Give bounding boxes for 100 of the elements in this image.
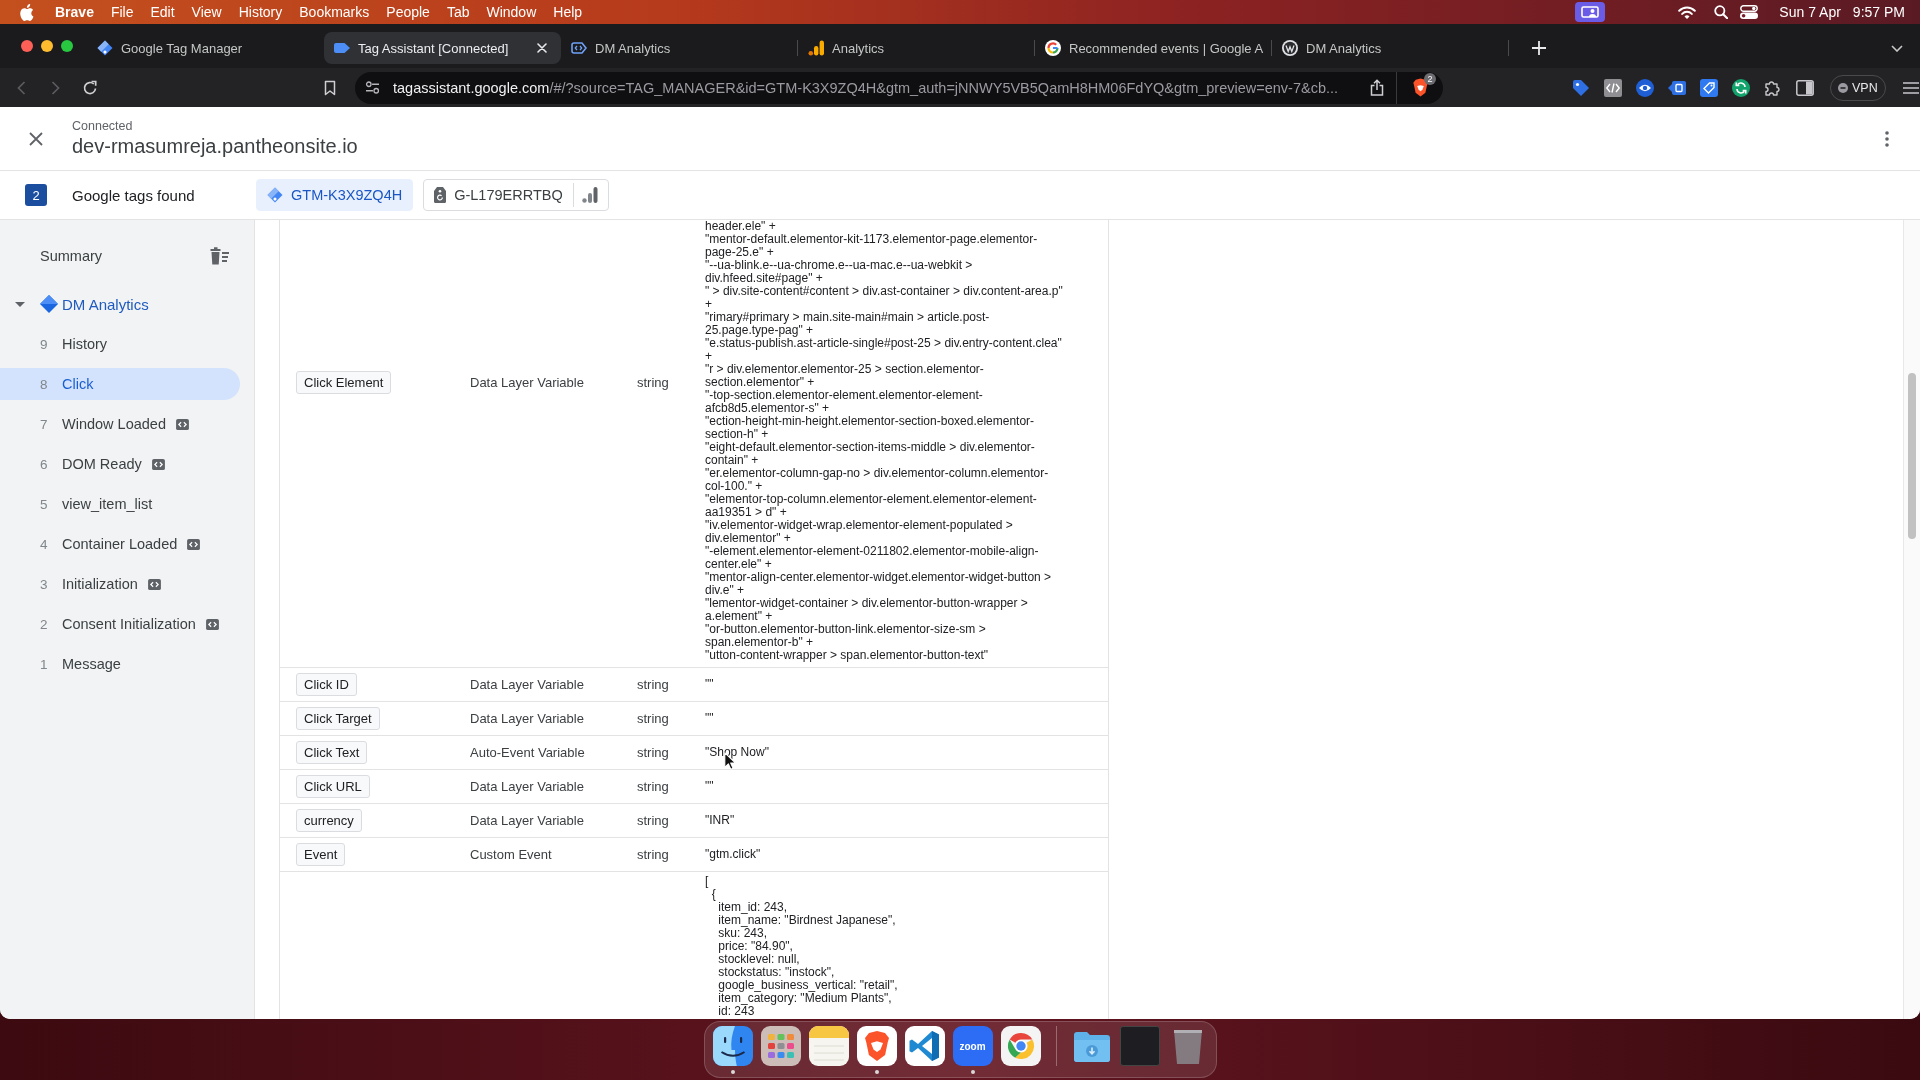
puzzle-icon[interactable] xyxy=(1764,78,1782,97)
count-badge: 2 xyxy=(1424,72,1436,85)
event-item[interactable]: 9 History xyxy=(0,328,240,360)
menu-item[interactable]: View xyxy=(191,3,222,21)
data-type: string xyxy=(637,779,669,794)
share-icon[interactable] xyxy=(1370,79,1384,96)
ring-icon xyxy=(1045,40,1061,56)
menu-item[interactable]: Edit xyxy=(150,3,175,21)
bar-chart-icon[interactable] xyxy=(581,187,598,203)
menu-icon[interactable] xyxy=(1902,81,1919,94)
event-number: 9 xyxy=(40,336,49,352)
reload-icon[interactable] xyxy=(82,79,98,96)
close-icon[interactable] xyxy=(29,131,43,146)
menu-item[interactable]: Help xyxy=(553,3,583,21)
tag-icon[interactable] xyxy=(1572,78,1590,97)
variable-value: "" xyxy=(705,712,714,725)
event-number: 1 xyxy=(40,656,49,672)
menu-item[interactable]: Window xyxy=(486,3,537,21)
scrollbar[interactable] xyxy=(1903,220,1920,1019)
summary-link[interactable]: Summary xyxy=(40,248,103,264)
variable-value: "" xyxy=(705,780,714,793)
event-item[interactable]: 8 Click xyxy=(0,368,240,400)
menu-item[interactable]: File xyxy=(110,3,134,21)
close-window-icon[interactable] xyxy=(21,40,33,52)
browser-tab[interactable]: Google Tag Manager xyxy=(87,32,324,64)
clear-list-icon[interactable] xyxy=(209,247,229,265)
menu-bar-time[interactable]: 9:57 PM xyxy=(1852,3,1905,21)
shields-button[interactable]: 2 xyxy=(1396,71,1443,104)
bookmark-icon[interactable] xyxy=(322,79,338,96)
tag-square-icon[interactable] xyxy=(1700,78,1718,97)
circle-logo-icon xyxy=(1282,40,1298,56)
event-number: 5 xyxy=(40,496,49,512)
more-icon[interactable] xyxy=(1885,130,1889,147)
data-type: string xyxy=(637,375,669,390)
app-menu[interactable]: Brave xyxy=(55,3,94,21)
code-icon[interactable] xyxy=(1604,78,1622,97)
data-type: string xyxy=(637,711,669,726)
site-settings-icon[interactable] xyxy=(365,81,380,94)
app-grid-icon[interactable] xyxy=(760,1026,801,1066)
apple-logo-icon[interactable] xyxy=(20,3,34,21)
menu-item[interactable]: People xyxy=(386,3,430,21)
container-name[interactable]: DM Analytics xyxy=(62,295,149,313)
menu-item[interactable]: Bookmarks xyxy=(299,3,370,21)
eye-icon[interactable] xyxy=(1636,78,1654,97)
event-item[interactable]: 7 Window Loaded xyxy=(0,408,240,440)
event-item[interactable]: 1 Message xyxy=(0,648,240,680)
tag-chip[interactable]: G-L179ERRTBQ xyxy=(423,179,609,211)
event-item[interactable]: 2 Consent Initialization xyxy=(0,608,240,640)
dock-app[interactable]: zoom xyxy=(952,1026,993,1066)
event-item[interactable]: 5 view_item_list xyxy=(0,488,240,520)
data-type: string xyxy=(637,847,669,862)
smiling-face-icon[interactable] xyxy=(712,1026,753,1066)
menu-item[interactable]: History xyxy=(238,3,283,21)
notepad-icon[interactable] xyxy=(808,1026,849,1066)
event-item[interactable]: 3 Initialization xyxy=(0,568,240,600)
search-icon[interactable] xyxy=(1714,5,1729,19)
variable-value: [ { item_id: 243, item_name: "Birdnest Japanese", sku: 243, price: "84.90", stocklevel: null, stockstatus: "instock", google_business_vertical: "retail", item_category: "Medium Plants", id: 243 xyxy=(705,873,898,1018)
browser-tab[interactable]: Analytics xyxy=(798,32,1035,64)
diamond-icon xyxy=(97,40,113,56)
status-dot-icon xyxy=(1838,82,1848,93)
browser-tab[interactable]: DM Analytics xyxy=(1272,32,1509,64)
browser-tab[interactable]: DM Analytics xyxy=(561,32,798,64)
variable-name: Click Element xyxy=(296,371,392,394)
wifi-icon[interactable] xyxy=(1678,5,1697,19)
browser-tab[interactable]: Tag Assistant [Connected] xyxy=(324,32,561,64)
lion-shield-icon[interactable] xyxy=(856,1026,897,1066)
variable-name: Event xyxy=(296,843,346,866)
event-number: 8 xyxy=(40,376,49,392)
event-number: 6 xyxy=(40,456,49,472)
minimize-window-icon[interactable] xyxy=(41,40,53,52)
data-type: string xyxy=(637,813,669,828)
box-arrow-icon[interactable] xyxy=(1668,78,1686,97)
screen-share-icon[interactable] xyxy=(1575,2,1606,22)
variable-value: "gtm.click" xyxy=(705,848,761,861)
ribbon-icon[interactable] xyxy=(904,1026,945,1066)
browser-tab[interactable]: Recommended events | Google A xyxy=(1035,32,1272,64)
new-tab-icon[interactable] xyxy=(1532,41,1546,55)
menu-bar-date[interactable]: Sun 7 Apr xyxy=(1779,3,1841,21)
tag-outline-icon xyxy=(571,40,587,56)
screenshot-thumbnail[interactable] xyxy=(1119,1026,1160,1066)
count-badge: 2 xyxy=(25,184,47,206)
chevron-down-icon[interactable] xyxy=(1891,44,1903,52)
event-item[interactable]: 4 Container Loaded xyxy=(0,528,240,560)
variable-name: Click ID xyxy=(296,673,357,696)
address-field[interactable]: tagassistant.google.com/#/?source=TAG_MANAGER&id=GTM-K3X9ZQ4H&gtm_auth=jNNWY5VB5QamH8HM06FdYQ&gtm_preview=env-7&cb... xyxy=(355,71,1396,104)
tags-found-label: Google tags found xyxy=(72,186,196,204)
caret-icon[interactable] xyxy=(15,301,25,307)
tricolor-ring-icon[interactable] xyxy=(1000,1026,1041,1066)
menu-item[interactable]: Tab xyxy=(446,3,470,21)
event-item[interactable]: 6 DOM Ready xyxy=(0,448,240,480)
refresh-circle-icon[interactable] xyxy=(1732,78,1750,97)
control-center-icon[interactable] xyxy=(1740,5,1759,19)
connection-status: Connected xyxy=(72,118,133,134)
sidebar-icon[interactable] xyxy=(1796,78,1814,97)
variable-name: currency xyxy=(296,809,362,832)
zoom-window-icon[interactable] xyxy=(61,40,73,52)
bar-chart-icon xyxy=(808,40,824,56)
tag-chip[interactable]: GTM-K3X9ZQ4H xyxy=(256,179,414,211)
event-number: 7 xyxy=(40,416,49,432)
variable-type: Data Layer Variable xyxy=(470,677,584,692)
